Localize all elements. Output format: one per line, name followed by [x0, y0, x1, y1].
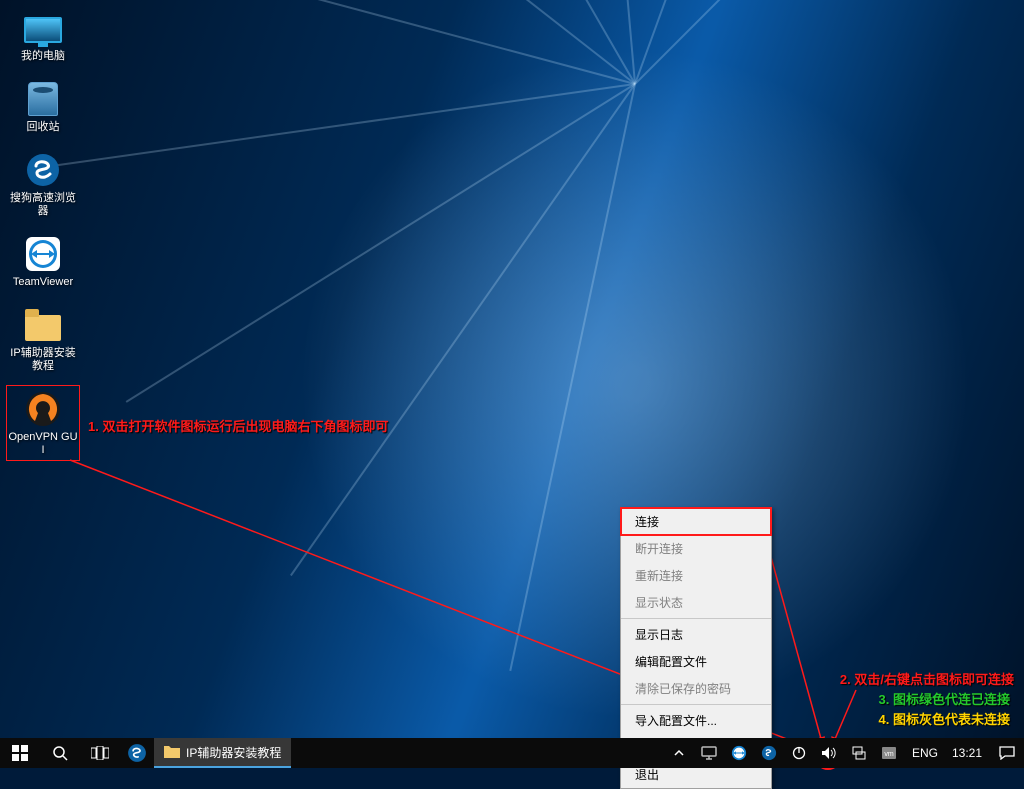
annotation-step-4: 4. 图标灰色代表未连接 — [879, 709, 1010, 728]
icon-label: OpenVPN GUI — [7, 431, 79, 457]
power-icon — [792, 746, 806, 760]
tray-teamviewer-icon[interactable] — [730, 744, 748, 762]
volume-icon — [821, 746, 837, 760]
menu-item-disconnect: 断开连接 — [621, 535, 771, 562]
active-window-title: IP辅助器安装教程 — [186, 744, 281, 761]
language-indicator[interactable]: ENG — [906, 746, 944, 760]
start-button[interactable] — [0, 738, 40, 768]
task-view-button[interactable] — [80, 738, 120, 768]
search-icon — [52, 745, 68, 761]
icon-label: 搜狗高速浏览器 — [7, 192, 79, 218]
tray-sogou-icon[interactable] — [760, 744, 778, 762]
chevron-up-icon — [674, 748, 684, 758]
teamviewer-icon — [731, 745, 747, 761]
annotation-step-2: 2. 双击/右键点击图标即可连接 — [840, 669, 1014, 688]
desktop-icon-sogou-browser[interactable]: 搜狗高速浏览器 — [6, 146, 80, 222]
desktop-background — [0, 0, 1024, 768]
icon-label: TeamViewer — [13, 276, 73, 289]
network-icon — [851, 746, 867, 760]
pinned-sogou[interactable] — [120, 738, 154, 768]
menu-item-show-log[interactable]: 显示日志 — [621, 621, 771, 648]
openvpn-icon — [23, 389, 63, 429]
desktop-icon-openvpn-gui[interactable]: OpenVPN GUI — [6, 385, 80, 461]
teamviewer-icon — [23, 234, 63, 274]
icon-label: IP辅助器安装教程 — [7, 347, 79, 373]
folder-icon — [164, 744, 180, 761]
monitor-icon — [701, 746, 717, 760]
menu-separator — [621, 704, 771, 705]
taskbar: IP辅助器安装教程 vm ENG 13:21 — [0, 738, 1024, 768]
icon-label: 回收站 — [27, 121, 60, 134]
desktop-icon-recycle-bin[interactable]: 回收站 — [6, 75, 80, 138]
tray-vmware-icon[interactable]: vm — [880, 744, 898, 762]
tray-overflow-button[interactable] — [670, 744, 688, 762]
taskbar-clock[interactable]: 13:21 — [944, 746, 990, 760]
desktop-icon-my-computer[interactable]: 我的电脑 — [6, 4, 80, 67]
tray-power-icon[interactable] — [790, 744, 808, 762]
tray-openvpn-icon[interactable] — [700, 744, 718, 762]
taskbar-active-window[interactable]: IP辅助器安装教程 — [154, 738, 291, 768]
menu-item-import-config[interactable]: 导入配置文件... — [621, 707, 771, 734]
notification-icon — [999, 746, 1015, 760]
svg-text:vm: vm — [884, 751, 894, 758]
menu-separator — [621, 618, 771, 619]
sogou-icon — [127, 743, 147, 763]
menu-item-reconnect: 重新连接 — [621, 562, 771, 589]
action-center-button[interactable] — [990, 746, 1024, 760]
sogou-icon — [761, 745, 777, 761]
tray-volume-icon[interactable] — [820, 744, 838, 762]
desktop-icon-teamviewer[interactable]: TeamViewer — [6, 230, 80, 293]
menu-item-connect[interactable]: 连接 — [621, 508, 771, 535]
desktop-icons: 我的电脑 回收站 搜狗高速浏览器 TeamViewer IP辅助器安装教程 Op… — [6, 4, 80, 461]
desktop-icon-ip-helper-folder[interactable]: IP辅助器安装教程 — [6, 301, 80, 377]
recycle-bin-icon — [23, 79, 63, 119]
annotation-step-3: 3. 图标绿色代连已连接 — [879, 689, 1010, 708]
icon-label: 我的电脑 — [21, 50, 65, 63]
menu-item-show-status: 显示状态 — [621, 589, 771, 616]
vmware-icon: vm — [881, 746, 897, 760]
menu-item-edit-config[interactable]: 编辑配置文件 — [621, 648, 771, 675]
search-button[interactable] — [40, 738, 80, 768]
sogou-icon — [23, 150, 63, 190]
task-view-icon — [91, 746, 109, 760]
folder-icon — [23, 305, 63, 345]
annotation-step-1: 1. 双击打开软件图标运行后出现电脑右下角图标即可 — [88, 416, 388, 435]
system-tray: vm — [666, 738, 906, 768]
menu-item-clear-password: 清除已保存的密码 — [621, 675, 771, 702]
tray-network-icon[interactable] — [850, 744, 868, 762]
computer-icon — [23, 8, 63, 48]
